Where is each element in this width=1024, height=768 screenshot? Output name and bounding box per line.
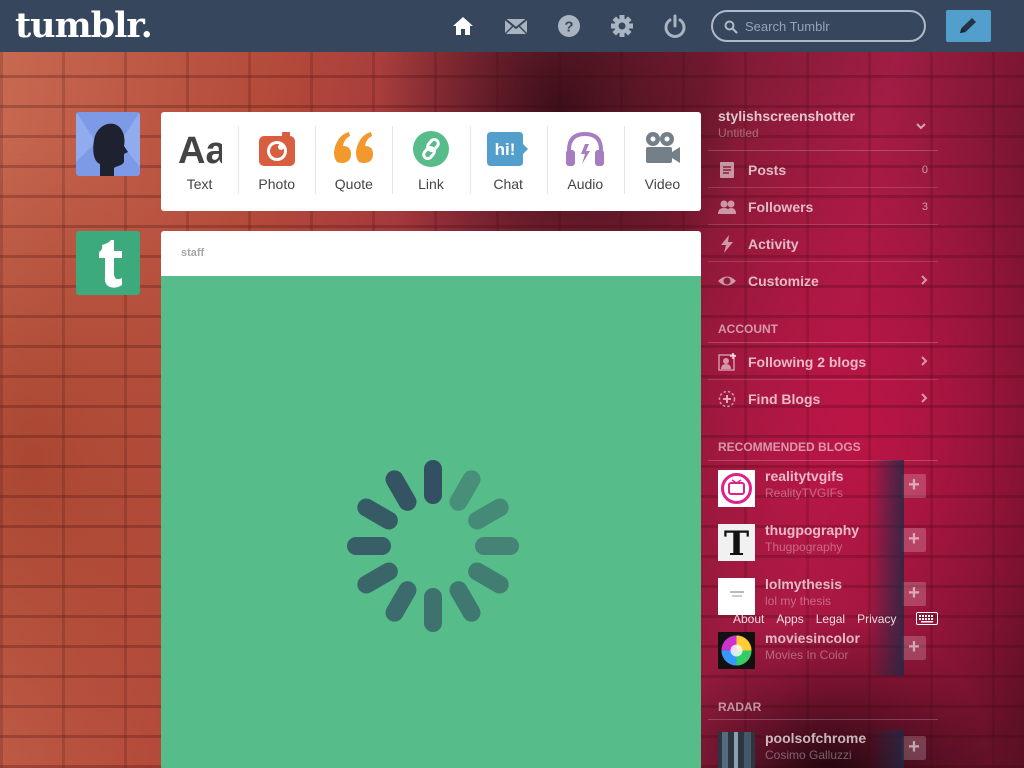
chevron-down-icon <box>916 123 926 130</box>
activity-icon <box>721 235 733 253</box>
follow-button[interactable]: + <box>902 474 926 498</box>
blog-avatar[interactable] <box>718 632 755 669</box>
sidebar-fade-overlay <box>869 730 904 768</box>
followers-icon <box>718 200 736 214</box>
compose-post-button[interactable] <box>946 10 991 42</box>
post-type-chat[interactable]: hi! Chat <box>469 112 547 211</box>
chevron-right-icon <box>921 275 928 285</box>
svg-text:T: T <box>724 524 749 561</box>
posts-icon <box>720 162 734 178</box>
gear-icon[interactable] <box>609 13 635 39</box>
account-heading: ACCOUNT <box>718 322 778 336</box>
footer-link-about[interactable]: About <box>733 612 764 626</box>
svg-text:hi!: hi! <box>495 140 516 159</box>
blog-avatar[interactable] <box>718 470 755 507</box>
top-navigation-bar: tumblr. ? <box>0 0 1024 52</box>
help-icon[interactable]: ? <box>556 13 582 39</box>
svg-text:?: ? <box>564 19 573 36</box>
headphones-icon <box>566 131 605 166</box>
mail-icon[interactable] <box>503 13 529 39</box>
post-type-selector: Aa Text Photo Quote Link hi! Chat Audio … <box>161 112 701 211</box>
follow-button[interactable]: + <box>902 528 926 552</box>
user-silhouette-icon <box>76 112 140 176</box>
post-type-audio[interactable]: Audio <box>546 112 624 211</box>
tumblr-logo[interactable]: tumblr. <box>15 5 153 46</box>
blog-switcher[interactable]: stylishscreenshotter Untitled <box>708 100 938 150</box>
chat-icon: hi! <box>487 132 529 166</box>
blog-title: Untitled <box>718 126 759 140</box>
eye-icon <box>718 276 736 286</box>
blog-avatar[interactable]: T <box>718 524 755 561</box>
sidebar-item-find-blogs[interactable]: Find Blogs <box>708 380 938 417</box>
follow-button[interactable]: + <box>902 736 926 760</box>
power-icon[interactable] <box>662 13 688 39</box>
blog-name: stylishscreenshotter <box>718 108 855 124</box>
footer-links: About Apps Legal Privacy <box>733 612 903 626</box>
home-icon[interactable] <box>450 13 476 39</box>
sidebar-item-followers[interactable]: Followers 3 <box>708 188 938 225</box>
video-camera-icon <box>646 132 681 163</box>
text-icon: Aa <box>178 130 222 168</box>
recommended-heading: RECOMMENDED BLOGS <box>718 440 861 454</box>
posts-count: 0 <box>921 164 928 176</box>
user-avatar[interactable] <box>76 112 140 176</box>
post-type-video[interactable]: Video <box>623 112 701 211</box>
search-icon <box>724 20 738 34</box>
post-type-photo[interactable]: Photo <box>238 112 315 211</box>
keyboard-icon[interactable] <box>916 612 938 625</box>
dashboard-post: staff <box>161 231 701 768</box>
footer-link-legal[interactable]: Legal <box>816 612 845 626</box>
quote-icon <box>333 132 373 163</box>
search-input[interactable] <box>745 17 915 35</box>
followers-count: 3 <box>921 201 928 213</box>
footer-link-privacy[interactable]: Privacy <box>857 612 896 626</box>
chevron-right-icon <box>921 393 928 403</box>
sidebar-fade-overlay <box>869 460 904 676</box>
pencil-icon <box>960 18 976 33</box>
sidebar-item-activity[interactable]: Activity <box>708 225 938 262</box>
post-author[interactable]: staff <box>161 231 701 276</box>
svg-text:Aa: Aa <box>178 130 222 168</box>
blog-avatar[interactable] <box>718 732 755 768</box>
follow-button[interactable]: + <box>902 582 926 606</box>
following-icon <box>718 353 736 371</box>
color-wheel-icon <box>718 632 755 669</box>
search-box[interactable] <box>711 10 926 42</box>
sidebar-item-customize[interactable]: Customize <box>708 262 938 299</box>
find-blogs-icon <box>718 390 736 408</box>
post-type-link[interactable]: Link <box>392 112 469 211</box>
tumblr-t-icon <box>76 231 140 295</box>
footer-link-apps[interactable]: Apps <box>776 612 803 626</box>
sidebar-item-posts[interactable]: Posts 0 <box>708 151 938 188</box>
link-icon <box>412 131 449 167</box>
camera-icon <box>258 132 295 166</box>
chevron-right-icon <box>921 356 928 366</box>
radar-heading: RADAR <box>718 700 762 714</box>
letter-t-icon: T <box>718 524 755 561</box>
blog-avatar[interactable] <box>718 578 755 615</box>
post-type-text[interactable]: Aa Text <box>161 112 238 211</box>
follow-button[interactable]: + <box>902 636 926 660</box>
thesis-avatar-icon <box>718 578 755 615</box>
staff-avatar[interactable] <box>76 231 140 295</box>
radar-thumbnail-icon <box>718 732 755 768</box>
divider <box>708 719 938 720</box>
sidebar-item-following[interactable]: Following 2 blogs <box>708 343 938 380</box>
loading-spinner-icon <box>347 460 519 632</box>
post-type-quote[interactable]: Quote <box>315 112 392 211</box>
tv-icon <box>718 470 755 507</box>
